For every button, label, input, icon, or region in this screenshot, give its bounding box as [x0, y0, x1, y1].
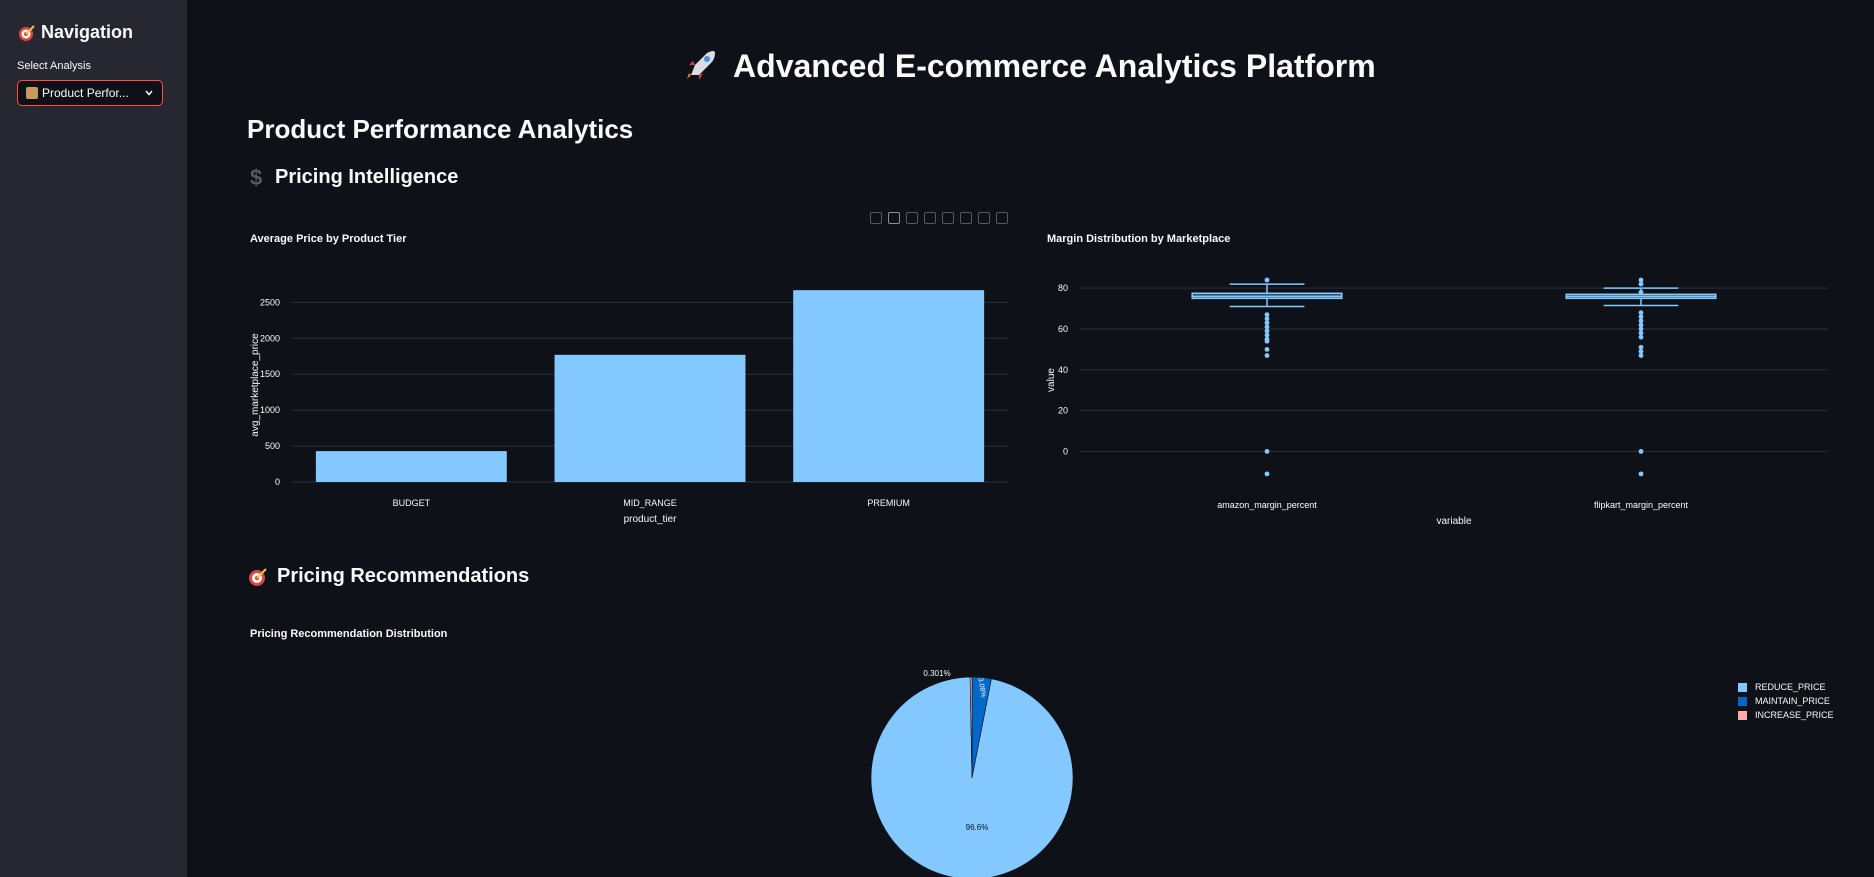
pricing-intelligence-heading: $ Pricing Intelligence [247, 166, 458, 189]
x-tick-label: amazon_margin_percent [1217, 500, 1317, 510]
zoom-in-icon[interactable] [924, 212, 936, 224]
outlier-point [1638, 353, 1644, 358]
pie-legend: REDUCE_PRICE MAINTAIN_PRICE INCREASE_PRICE [1738, 680, 1834, 722]
bar-premium [793, 290, 985, 482]
outlier-point [1264, 353, 1270, 358]
outlier-point [1638, 314, 1644, 320]
bar-budget [315, 451, 507, 482]
target-icon [249, 567, 267, 586]
outlier-point [1264, 316, 1270, 322]
analysis-select[interactable]: Product Perfor... [17, 80, 163, 106]
y-tick-label: 0 [275, 477, 280, 487]
bar-chart: 0 500 1000 1500 2000 2500 BUDGET MID_RANGE PREMI… [250, 290, 1008, 525]
x-tick-label: flipkart_margin_percent [1594, 500, 1689, 510]
outlier-point [1638, 349, 1644, 354]
outlier-point [1638, 281, 1644, 287]
y-tick-label: 60 [1058, 324, 1068, 334]
y-tick-label: 40 [1058, 365, 1068, 375]
outlier-point [1264, 328, 1270, 334]
outlier-point [1264, 332, 1270, 338]
select-analysis-label: Select Analysis [17, 60, 91, 72]
box-chart: 0 20 40 60 80 amazon_margin_percent flipkart_m… [1046, 277, 1828, 527]
box-flipkart_margin_percent [1565, 277, 1717, 477]
legend-item-reduce_price[interactable]: REDUCE_PRICE [1738, 680, 1834, 694]
app-title-text: Advanced E-commerce Analytics Platform [733, 48, 1376, 84]
outlier-point [1264, 320, 1270, 326]
outlier-point [1638, 322, 1644, 328]
outlier-point [1638, 334, 1644, 340]
outlier-point [1638, 310, 1644, 316]
legend-swatch [1738, 710, 1747, 720]
zoom-icon[interactable] [888, 212, 900, 224]
sidebar: Navigation Select Analysis Product Perfo… [0, 0, 187, 877]
outlier-point [1638, 344, 1644, 350]
pricing-recommendations-text: Pricing Recommendations [277, 565, 530, 587]
y-tick-label: 1500 [260, 369, 280, 379]
outlier-point [1638, 330, 1644, 336]
y-axis-label: avg_marketplace_price [250, 333, 261, 437]
pricing-intelligence-text: Pricing Intelligence [275, 166, 459, 188]
outlier-point [1638, 289, 1644, 295]
outlier-point [1638, 471, 1644, 477]
sidebar-title: Navigation [17, 22, 133, 43]
outlier-point [1264, 346, 1270, 352]
legend-item-maintain_price[interactable]: MAINTAIN_PRICE [1738, 694, 1834, 708]
box-amazon_margin_percent [1191, 277, 1343, 477]
legend-label: INCREASE_PRICE [1755, 710, 1834, 720]
bar-mid_range [554, 354, 746, 482]
analysis-select-value: Product Perfor... [42, 86, 129, 100]
pie-chart-title: Pricing Recommendation Distribution [250, 628, 448, 640]
x-axis-label: product_tier [624, 514, 677, 525]
camera-icon[interactable] [870, 212, 882, 224]
bar-chart-title: Average Price by Product Tier [250, 233, 407, 245]
y-tick-label: 2500 [260, 297, 280, 307]
legend-swatch [1738, 696, 1747, 706]
dollar-icon: $ [250, 167, 262, 189]
legend-swatch [1738, 682, 1747, 692]
fullscreen-icon[interactable] [996, 212, 1008, 224]
x-tick-label: MID_RANGE [623, 498, 677, 508]
svg-text:$: $ [250, 167, 262, 189]
outlier-point [1638, 326, 1644, 332]
legend-label: REDUCE_PRICE [1755, 682, 1826, 692]
y-tick-label: 1000 [260, 405, 280, 415]
chevron-down-icon[interactable] [144, 88, 154, 98]
y-tick-label: 500 [265, 441, 280, 451]
x-tick-label: BUDGET [393, 498, 431, 508]
app-title: Advanced E-commerce Analytics Platform [187, 48, 1874, 85]
outlier-point [1638, 277, 1644, 283]
sidebar-title-text: Navigation [41, 22, 134, 42]
outlier-point [1264, 324, 1270, 330]
legend-label: MAINTAIN_PRICE [1755, 696, 1830, 706]
autoscale-icon[interactable] [960, 212, 972, 224]
y-axis-label: value [1046, 368, 1057, 392]
outlier-point [1264, 449, 1270, 454]
legend-item-increase_price[interactable]: INCREASE_PRICE [1738, 708, 1834, 722]
y-tick-label: 0 [1063, 446, 1068, 456]
outlier-point [1264, 471, 1270, 477]
outlier-point [1264, 277, 1270, 283]
x-tick-label: PREMIUM [867, 498, 910, 508]
outlier-point [1264, 312, 1270, 318]
outlier-point [1638, 318, 1644, 324]
target-icon [19, 24, 35, 41]
outlier-point [1264, 338, 1270, 344]
outlier-point [1638, 449, 1644, 454]
chart-toolbar [870, 212, 1008, 224]
pie-chart: 96.6%3.08%0.301% [870, 669, 1074, 877]
box-chart-title: Margin Distribution by Marketplace [1047, 233, 1231, 245]
pie-label-reduce: 96.6% [966, 823, 989, 832]
rocket-icon [687, 51, 716, 80]
y-tick-label: 2000 [260, 333, 280, 343]
pie-label-increase: 0.301% [923, 669, 950, 678]
page-heading: Product Performance Analytics [247, 114, 634, 144]
y-tick-label: 80 [1058, 283, 1068, 293]
home-icon[interactable] [978, 212, 990, 224]
x-axis-label: variable [1436, 516, 1471, 527]
zoom-out-icon[interactable] [942, 212, 954, 224]
package-icon [26, 87, 38, 99]
y-tick-label: 20 [1058, 406, 1068, 416]
pricing-recommendations-heading: Pricing Recommendations [247, 565, 529, 588]
pan-icon[interactable] [906, 212, 918, 224]
